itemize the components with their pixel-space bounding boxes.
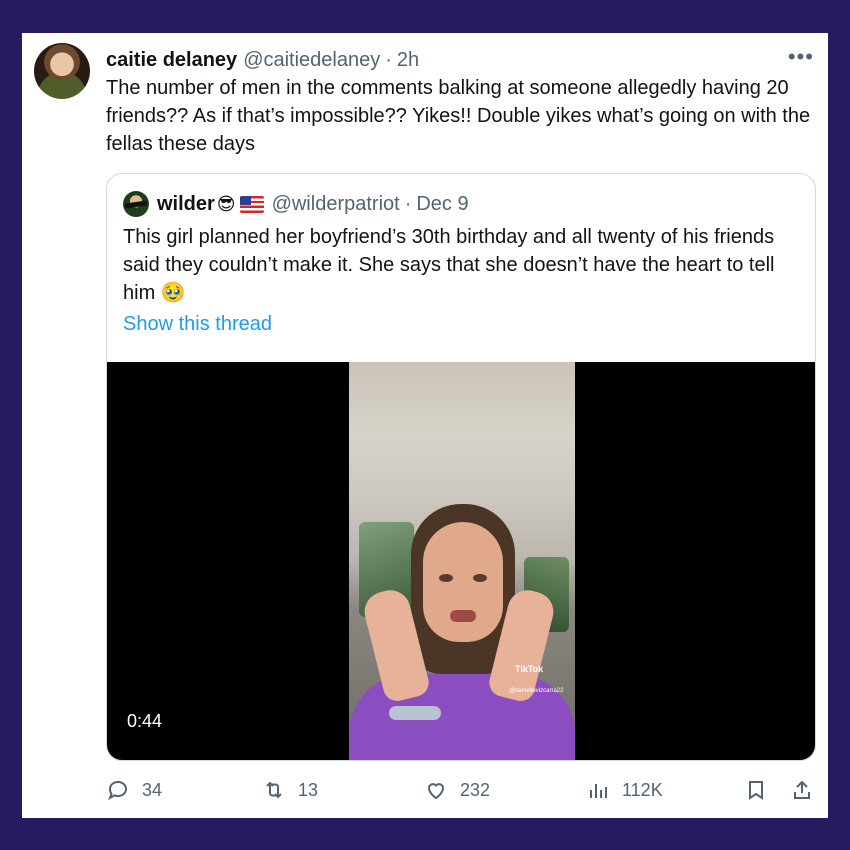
quoted-tweet[interactable]: wilder 😎 @wilderpatriot · Dec 9 This gir… (106, 173, 816, 761)
reply-count: 34 (142, 779, 163, 800)
tweet-timestamp[interactable]: 2h (397, 49, 419, 72)
quoted-tweet-timestamp[interactable]: Dec 9 (416, 193, 468, 216)
bookmark-button[interactable] (744, 778, 780, 802)
share-icon (794, 780, 810, 799)
eye (473, 574, 487, 582)
tiktok-watermark-user: @daniellevizcarra22 (509, 688, 564, 694)
views-count: 112K (622, 779, 663, 800)
quoted-tweet-text: This girl planned her boyfriend’s 30th b… (123, 226, 775, 304)
video-player[interactable]: TikTok @daniellevizcarra22 0:44 (107, 362, 815, 760)
quoted-author-name[interactable]: wilder (157, 193, 215, 216)
scrunchie (389, 706, 441, 720)
reply-button[interactable]: 34 (106, 778, 162, 802)
sunglasses-emoji-icon: 😎 (216, 193, 236, 214)
tiktok-watermark: TikTok (515, 664, 544, 674)
separator-dot: · (385, 48, 392, 71)
separator-dot: · (404, 192, 412, 215)
quoted-tweet-header: wilder 😎 @wilderpatriot · Dec 9 (123, 190, 469, 218)
views-button[interactable]: 112K (586, 778, 663, 802)
tweet-card[interactable]: caitie delaney @caitiedelaney · 2h ••• T… (22, 33, 828, 818)
like-count: 232 (460, 779, 491, 800)
heart-icon (427, 783, 445, 800)
author-avatar[interactable] (34, 43, 90, 99)
more-horizontal-icon[interactable]: ••• (788, 46, 814, 68)
us-flag-icon (239, 195, 264, 213)
video-frame: TikTok @daniellevizcarra22 (349, 362, 575, 760)
quoted-author-avatar[interactable] (123, 191, 149, 217)
retweet-count: 13 (298, 779, 319, 800)
retweet-icon (266, 781, 282, 799)
tweet-text: The number of men in the comments balkin… (106, 77, 811, 155)
retweet-button[interactable]: 13 (262, 778, 318, 802)
share-button[interactable] (790, 778, 826, 802)
like-button[interactable]: 232 (424, 778, 490, 802)
bookmark-icon (749, 781, 763, 800)
mouth (450, 610, 476, 622)
eye (439, 574, 453, 582)
author-handle[interactable]: @caitiedelaney (243, 49, 380, 72)
reply-icon (108, 780, 128, 801)
show-thread-link[interactable]: Show this thread (123, 313, 272, 336)
tweet-header: caitie delaney @caitiedelaney · 2h ••• (106, 46, 814, 73)
person-face (423, 522, 503, 642)
author-name[interactable]: caitie delaney (106, 49, 237, 72)
analytics-icon (590, 784, 607, 798)
video-duration-badge: 0:44 (121, 708, 169, 735)
tweet-actions: 34 13 232 112K (106, 778, 816, 808)
quoted-author-handle[interactable]: @wilderpatriot (272, 193, 400, 216)
